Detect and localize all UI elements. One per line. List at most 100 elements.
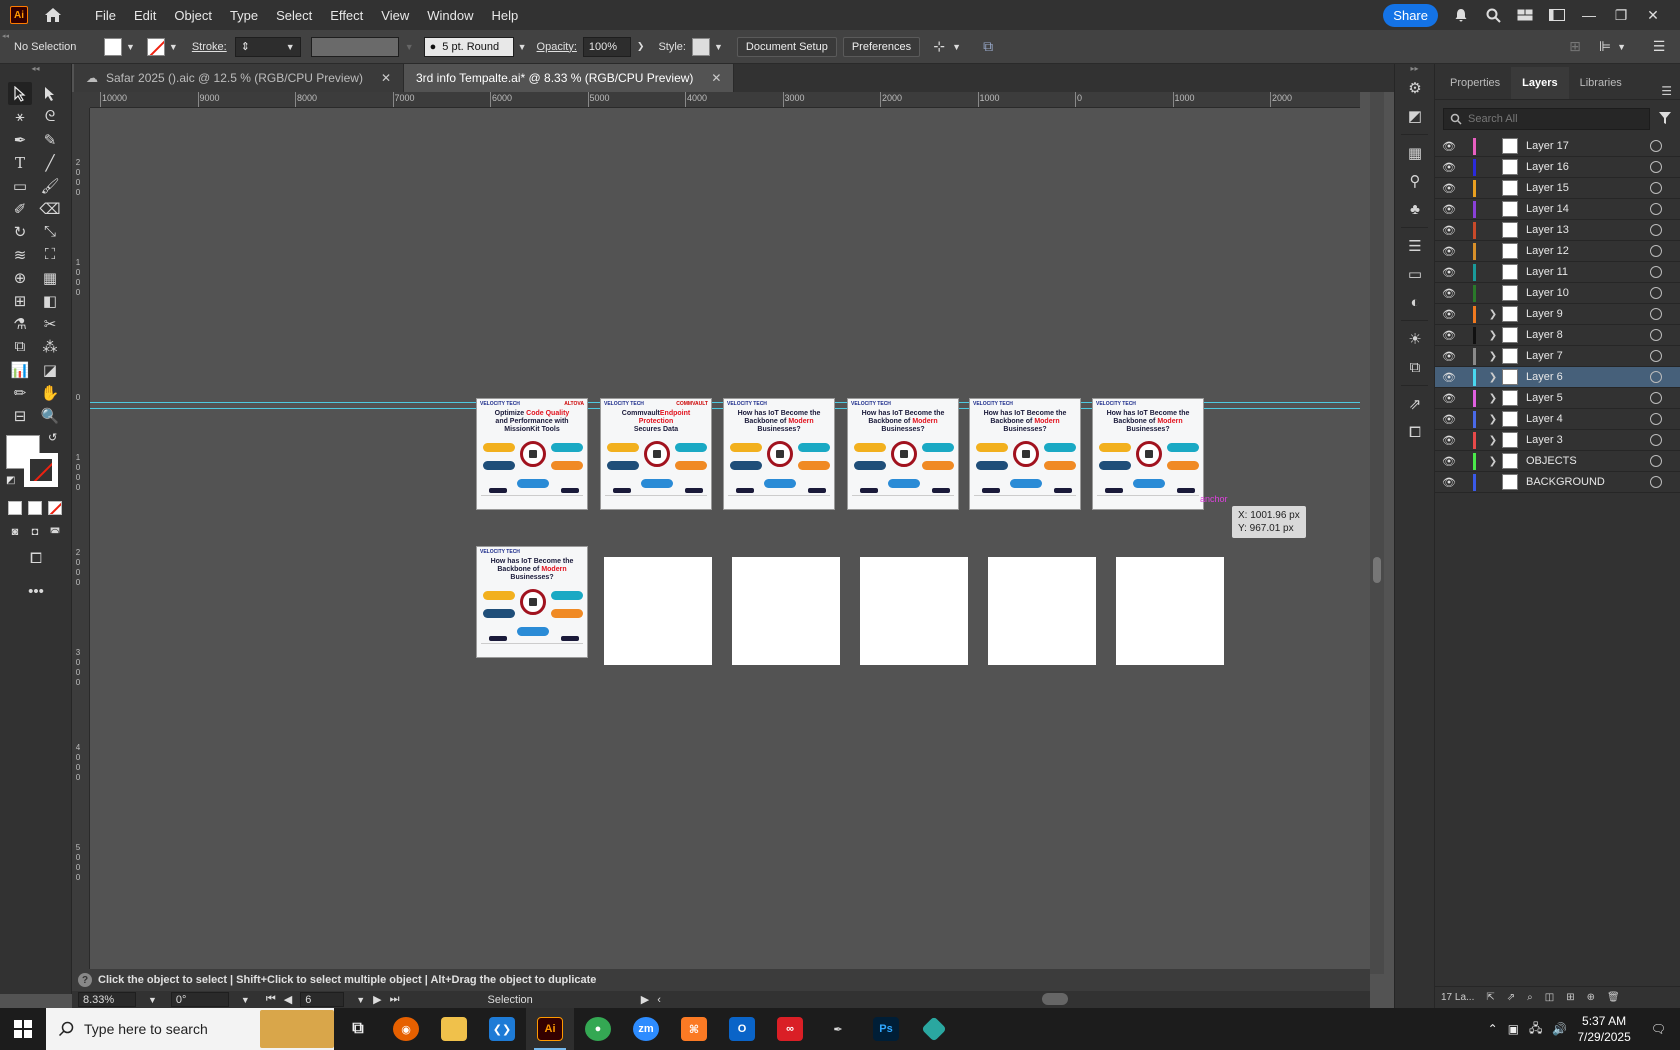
fill-dropdown-icon[interactable]: ▼	[126, 42, 135, 52]
notifications-icon[interactable]: 🗨	[1651, 1022, 1666, 1036]
infographic-artboard[interactable]: VELOCITY TECH ALTOVA Optimize Code Quality…	[476, 398, 588, 510]
panel-collapse-icon[interactable]: ◂◂	[2, 32, 9, 40]
gradient-tool-icon[interactable]: ◧	[38, 289, 62, 312]
draw-normal-icon[interactable]: ◙	[8, 525, 22, 539]
tab-layers[interactable]: Layers	[1511, 67, 1569, 99]
infographic-artboard[interactable]: VELOCITY TECH COMMVAULT CommvaultEndpoint …	[600, 398, 712, 510]
tab-properties[interactable]: Properties	[1439, 77, 1511, 99]
menu-file[interactable]: File	[86, 8, 125, 23]
visibility-eye-icon[interactable]: 👁	[1435, 245, 1463, 258]
layer-target-icon[interactable]	[1650, 287, 1662, 299]
taskbar-app-gem[interactable]	[910, 1008, 958, 1050]
export-icon[interactable]: ⇗	[1395, 390, 1435, 418]
layer-name[interactable]: Layer 9	[1526, 308, 1650, 320]
swap-fill-stroke-icon[interactable]: ↺	[48, 431, 57, 444]
recolor-icon[interactable]: ⧉	[979, 38, 997, 56]
tab-3rd-info-template[interactable]: 3rd info Tempalte.ai* @ 8.33 % (RGB/CPU …	[404, 64, 735, 92]
layer-name[interactable]: Layer 15	[1526, 182, 1650, 194]
align-options-dropdown-icon[interactable]: ▼	[1617, 42, 1626, 52]
layer-target-icon[interactable]	[1650, 266, 1662, 278]
menu-effect[interactable]: Effect	[321, 8, 372, 23]
pen-tool-icon[interactable]: ✒	[8, 128, 32, 151]
eraser-tool-icon[interactable]: ⌫	[38, 197, 62, 220]
artboard-number-field[interactable]: 6	[300, 992, 345, 1007]
layer-row[interactable]: 👁 ❯ Layer 9	[1435, 304, 1680, 325]
expand-chevron-icon[interactable]: ❯	[1484, 309, 1502, 320]
taskbar-zoom[interactable]: zm	[622, 1008, 670, 1050]
workspace-icon[interactable]	[1548, 6, 1566, 24]
panel-menu-icon[interactable]: ☰	[1661, 84, 1672, 98]
layer-name[interactable]: Layer 17	[1526, 140, 1650, 152]
stroke-weight-dropdown-icon[interactable]: ▼	[286, 42, 295, 52]
align-to-icon[interactable]: ⊹	[930, 38, 948, 56]
artboards-icon[interactable]: ▦	[1395, 139, 1435, 167]
blank-artboard[interactable]	[860, 557, 968, 665]
horizontal-scroll-thumb[interactable]	[1042, 993, 1068, 1005]
expand-chevron-icon[interactable]: ❯	[1484, 435, 1502, 446]
layer-name[interactable]: OBJECTS	[1526, 455, 1650, 467]
menu-type[interactable]: Type	[221, 8, 267, 23]
network-icon[interactable]: 🖧	[1529, 1019, 1542, 1040]
layer-name[interactable]: Layer 13	[1526, 224, 1650, 236]
layer-row[interactable]: 👁 Layer 16	[1435, 157, 1680, 178]
stroke-label[interactable]: Stroke:	[192, 41, 227, 53]
profile-dropdown-icon[interactable]: ▼	[405, 42, 414, 52]
layer-row[interactable]: 👁 ❯ Layer 4	[1435, 409, 1680, 430]
visibility-eye-icon[interactable]: 👁	[1435, 350, 1463, 363]
taskbar-photoshop[interactable]: Ps	[862, 1008, 910, 1050]
layer-target-icon[interactable]	[1650, 392, 1662, 404]
visibility-eye-icon[interactable]: 👁	[1435, 413, 1463, 426]
layer-row[interactable]: 👁 Layer 12	[1435, 241, 1680, 262]
layer-name[interactable]: BACKGROUND	[1526, 476, 1650, 488]
rotate-tool-icon[interactable]: ↻	[8, 220, 32, 243]
blank-artboard[interactable]	[604, 557, 712, 665]
restore-icon[interactable]: ❐	[1612, 6, 1630, 24]
edit-toolbar-icon[interactable]: •••	[24, 580, 48, 603]
taskbar-creative-cloud[interactable]: ∞	[766, 1008, 814, 1050]
magic-wand-tool-icon[interactable]: ⚹	[8, 105, 32, 128]
menu-view[interactable]: View	[372, 8, 418, 23]
stroke-dropdown-icon[interactable]: ▼	[169, 42, 178, 52]
taskbar-file-explorer[interactable]	[430, 1008, 478, 1050]
zoom-field[interactable]: 8.33%	[78, 992, 136, 1007]
slice-tool-icon[interactable]: ◪	[38, 358, 62, 381]
close-tab-icon[interactable]: ✕	[711, 71, 721, 85]
rotation-dropdown-icon[interactable]: ▼	[241, 995, 250, 1005]
visibility-eye-icon[interactable]: 👁	[1435, 203, 1463, 216]
transparency-icon[interactable]: ◐	[1395, 288, 1435, 316]
taskbar-vscode[interactable]: ❮❯	[478, 1008, 526, 1050]
expand-chevron-icon[interactable]: ❯	[1484, 456, 1502, 467]
layer-target-icon[interactable]	[1650, 245, 1662, 257]
style-dropdown-icon[interactable]: ▼	[714, 42, 723, 52]
layer-row[interactable]: 👁 ❯ Layer 8	[1435, 325, 1680, 346]
layer-name[interactable]: Layer 5	[1526, 392, 1650, 404]
type-tool-icon[interactable]: T	[8, 151, 32, 174]
expand-chevron-icon[interactable]: ❯	[1484, 414, 1502, 425]
gradient-mode-icon[interactable]	[28, 501, 42, 515]
artboard-dropdown-icon[interactable]: ▼	[356, 995, 365, 1005]
symbol-sprayer-tool-icon[interactable]: ⁂	[38, 335, 62, 358]
search-icon[interactable]	[1484, 6, 1502, 24]
stroke-swatch[interactable]	[146, 37, 165, 56]
start-button[interactable]	[0, 1008, 46, 1050]
layer-target-icon[interactable]	[1650, 329, 1662, 341]
scroll-left-icon[interactable]: ‹	[657, 994, 661, 1006]
perspective-grid-tool-icon[interactable]: ▦	[38, 266, 62, 289]
locate-object-icon[interactable]: ⌕	[1527, 992, 1533, 1003]
ruler-origin[interactable]	[72, 92, 90, 108]
layer-target-icon[interactable]	[1650, 308, 1662, 320]
variable-width-profile[interactable]	[310, 36, 399, 57]
minimize-icon[interactable]: —	[1580, 6, 1598, 24]
default-fill-stroke-icon[interactable]: ◩	[6, 475, 15, 486]
scale-tool-icon[interactable]: ⤡	[38, 220, 62, 243]
home-icon[interactable]	[42, 4, 64, 26]
warp-tool-icon[interactable]: ≋	[8, 243, 32, 266]
stroke-panel-icon[interactable]: ☰	[1395, 232, 1435, 260]
control-menu-icon[interactable]: ☰	[1650, 38, 1668, 56]
layers-search-input[interactable]: Search All	[1443, 108, 1650, 130]
bell-icon[interactable]	[1452, 6, 1470, 24]
tab-safar-2025[interactable]: ☁ Safar 2025 ().aic @ 12.5 % (RGB/CPU Pr…	[74, 64, 404, 92]
visibility-eye-icon[interactable]: 👁	[1435, 434, 1463, 447]
layer-name[interactable]: Layer 7	[1526, 350, 1650, 362]
layer-target-icon[interactable]	[1650, 161, 1662, 173]
